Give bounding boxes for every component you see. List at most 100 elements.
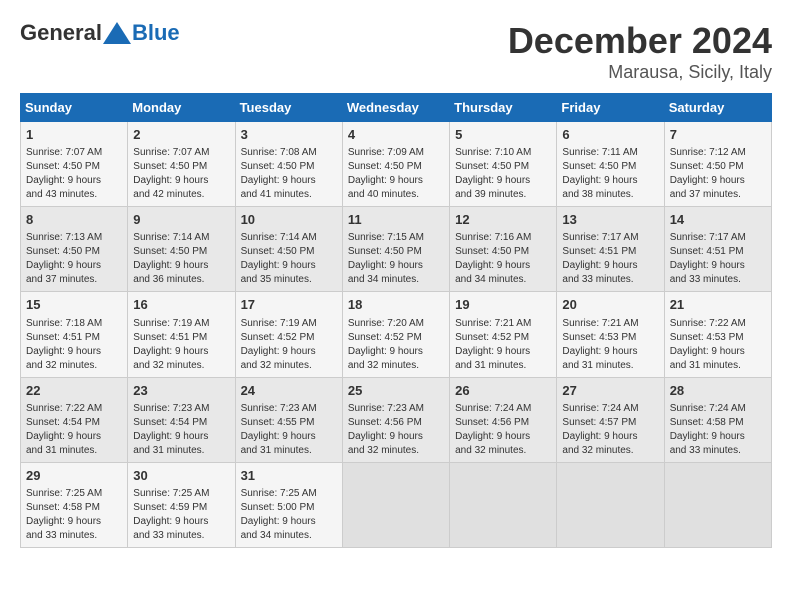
day-number: 2 (133, 126, 229, 144)
calendar-cell: 23 Sunrise: 7:23 AM Sunset: 4:54 PM Dayli… (128, 377, 235, 462)
page-header: General Blue December 2024 Marausa, Sici… (20, 20, 772, 83)
day-detail: Sunrise: 7:21 AM Sunset: 4:53 PM Dayligh… (562, 317, 658, 373)
day-number: 22 (26, 382, 122, 400)
day-number: 20 (562, 296, 658, 314)
day-number: 16 (133, 296, 229, 314)
calendar-cell: 13 Sunrise: 7:17 AM Sunset: 4:51 PM Dayli… (557, 207, 664, 292)
day-detail: Sunrise: 7:16 AM Sunset: 4:50 PM Dayligh… (455, 231, 551, 287)
day-detail: Sunrise: 7:21 AM Sunset: 4:52 PM Dayligh… (455, 317, 551, 373)
day-number: 21 (670, 296, 766, 314)
calendar-cell: 29Sunrise: 7:25 AM Sunset: 4:58 PM Dayli… (21, 462, 128, 547)
day-detail: Sunrise: 7:20 AM Sunset: 4:52 PM Dayligh… (348, 317, 444, 373)
calendar-cell: 19 Sunrise: 7:21 AM Sunset: 4:52 PM Dayli… (450, 292, 557, 377)
day-detail: Sunrise: 7:14 AM Sunset: 4:50 PM Dayligh… (241, 231, 337, 287)
day-number: 1 (26, 126, 122, 144)
calendar-cell (450, 462, 557, 547)
day-detail: Sunrise: 7:07 AM Sunset: 4:50 PM Dayligh… (133, 146, 229, 202)
calendar-cell: 20 Sunrise: 7:21 AM Sunset: 4:53 PM Dayli… (557, 292, 664, 377)
calendar-week-row: 22 Sunrise: 7:22 AM Sunset: 4:54 PM Dayli… (21, 377, 772, 462)
title-block: December 2024 Marausa, Sicily, Italy (508, 20, 772, 83)
day-detail: Sunrise: 7:17 AM Sunset: 4:51 PM Dayligh… (562, 231, 658, 287)
day-number: 15 (26, 296, 122, 314)
calendar-cell: 16Sunrise: 7:19 AM Sunset: 4:51 PM Dayli… (128, 292, 235, 377)
calendar-table: SundayMondayTuesdayWednesdayThursdayFrid… (20, 93, 772, 548)
column-header-thursday: Thursday (450, 94, 557, 122)
day-detail: Sunrise: 7:14 AM Sunset: 4:50 PM Dayligh… (133, 231, 229, 287)
calendar-cell (664, 462, 771, 547)
day-detail: Sunrise: 7:11 AM Sunset: 4:50 PM Dayligh… (562, 146, 658, 202)
calendar-cell: 1 Sunrise: 7:07 AM Sunset: 4:50 PM Daylig… (21, 122, 128, 207)
location: Marausa, Sicily, Italy (508, 62, 772, 83)
day-detail: Sunrise: 7:18 AM Sunset: 4:51 PM Dayligh… (26, 317, 122, 373)
day-detail: Sunrise: 7:24 AM Sunset: 4:56 PM Dayligh… (455, 402, 551, 458)
calendar-cell: 12 Sunrise: 7:16 AM Sunset: 4:50 PM Dayli… (450, 207, 557, 292)
day-number: 31 (241, 467, 337, 485)
calendar-cell (342, 462, 449, 547)
calendar-cell: 9 Sunrise: 7:14 AM Sunset: 4:50 PM Daylig… (128, 207, 235, 292)
calendar-cell: 25Sunrise: 7:23 AM Sunset: 4:56 PM Dayli… (342, 377, 449, 462)
calendar-week-row: 29Sunrise: 7:25 AM Sunset: 4:58 PM Dayli… (21, 462, 772, 547)
day-detail: Sunrise: 7:19 AM Sunset: 4:52 PM Dayligh… (241, 317, 337, 373)
day-detail: Sunrise: 7:07 AM Sunset: 4:50 PM Dayligh… (26, 146, 122, 202)
day-number: 8 (26, 211, 122, 229)
calendar-week-row: 1 Sunrise: 7:07 AM Sunset: 4:50 PM Daylig… (21, 122, 772, 207)
calendar-cell: 24Sunrise: 7:23 AM Sunset: 4:55 PM Dayli… (235, 377, 342, 462)
month-title: December 2024 (508, 20, 772, 62)
calendar-cell: 7 Sunrise: 7:12 AM Sunset: 4:50 PM Daylig… (664, 122, 771, 207)
logo-general: General (20, 20, 102, 46)
day-detail: Sunrise: 7:23 AM Sunset: 4:54 PM Dayligh… (133, 402, 229, 458)
calendar-cell: 22 Sunrise: 7:22 AM Sunset: 4:54 PM Dayli… (21, 377, 128, 462)
day-detail: Sunrise: 7:24 AM Sunset: 4:58 PM Dayligh… (670, 402, 766, 458)
calendar-cell: 26 Sunrise: 7:24 AM Sunset: 4:56 PM Dayli… (450, 377, 557, 462)
day-detail: Sunrise: 7:24 AM Sunset: 4:57 PM Dayligh… (562, 402, 658, 458)
calendar-week-row: 8Sunrise: 7:13 AM Sunset: 4:50 PM Daylig… (21, 207, 772, 292)
calendar-header-row: SundayMondayTuesdayWednesdayThursdayFrid… (21, 94, 772, 122)
day-detail: Sunrise: 7:08 AM Sunset: 4:50 PM Dayligh… (241, 146, 337, 202)
calendar-cell: 31 Sunrise: 7:25 AM Sunset: 5:00 PM Dayli… (235, 462, 342, 547)
calendar-cell: 2 Sunrise: 7:07 AM Sunset: 4:50 PM Daylig… (128, 122, 235, 207)
day-number: 12 (455, 211, 551, 229)
day-number: 4 (348, 126, 444, 144)
calendar-cell: 30 Sunrise: 7:25 AM Sunset: 4:59 PM Dayli… (128, 462, 235, 547)
day-number: 19 (455, 296, 551, 314)
day-number: 30 (133, 467, 229, 485)
calendar-cell: 28Sunrise: 7:24 AM Sunset: 4:58 PM Dayli… (664, 377, 771, 462)
calendar-cell: 10Sunrise: 7:14 AM Sunset: 4:50 PM Dayli… (235, 207, 342, 292)
day-detail: Sunrise: 7:22 AM Sunset: 4:54 PM Dayligh… (26, 402, 122, 458)
day-number: 25 (348, 382, 444, 400)
day-number: 11 (348, 211, 444, 229)
day-detail: Sunrise: 7:12 AM Sunset: 4:50 PM Dayligh… (670, 146, 766, 202)
calendar-cell: 14 Sunrise: 7:17 AM Sunset: 4:51 PM Dayli… (664, 207, 771, 292)
day-number: 27 (562, 382, 658, 400)
calendar-cell: 4 Sunrise: 7:09 AM Sunset: 4:50 PM Daylig… (342, 122, 449, 207)
calendar-cell: 5 Sunrise: 7:10 AM Sunset: 4:50 PM Daylig… (450, 122, 557, 207)
day-number: 7 (670, 126, 766, 144)
calendar-cell: 27 Sunrise: 7:24 AM Sunset: 4:57 PM Dayli… (557, 377, 664, 462)
day-detail: Sunrise: 7:25 AM Sunset: 5:00 PM Dayligh… (241, 487, 337, 543)
day-number: 9 (133, 211, 229, 229)
day-number: 13 (562, 211, 658, 229)
logo-blue: Blue (132, 20, 180, 46)
day-number: 18 (348, 296, 444, 314)
calendar-cell: 18 Sunrise: 7:20 AM Sunset: 4:52 PM Dayli… (342, 292, 449, 377)
day-detail: Sunrise: 7:17 AM Sunset: 4:51 PM Dayligh… (670, 231, 766, 287)
day-number: 5 (455, 126, 551, 144)
day-detail: Sunrise: 7:25 AM Sunset: 4:59 PM Dayligh… (133, 487, 229, 543)
calendar-cell: 21 Sunrise: 7:22 AM Sunset: 4:53 PM Dayli… (664, 292, 771, 377)
calendar-cell (557, 462, 664, 547)
day-detail: Sunrise: 7:22 AM Sunset: 4:53 PM Dayligh… (670, 317, 766, 373)
column-header-tuesday: Tuesday (235, 94, 342, 122)
day-number: 29 (26, 467, 122, 485)
column-header-sunday: Sunday (21, 94, 128, 122)
column-header-saturday: Saturday (664, 94, 771, 122)
day-number: 24 (241, 382, 337, 400)
column-header-wednesday: Wednesday (342, 94, 449, 122)
day-detail: Sunrise: 7:09 AM Sunset: 4:50 PM Dayligh… (348, 146, 444, 202)
day-number: 23 (133, 382, 229, 400)
day-number: 14 (670, 211, 766, 229)
calendar-cell: 3Sunrise: 7:08 AM Sunset: 4:50 PM Daylig… (235, 122, 342, 207)
day-detail: Sunrise: 7:10 AM Sunset: 4:50 PM Dayligh… (455, 146, 551, 202)
column-header-friday: Friday (557, 94, 664, 122)
logo-icon (103, 22, 131, 44)
day-number: 26 (455, 382, 551, 400)
